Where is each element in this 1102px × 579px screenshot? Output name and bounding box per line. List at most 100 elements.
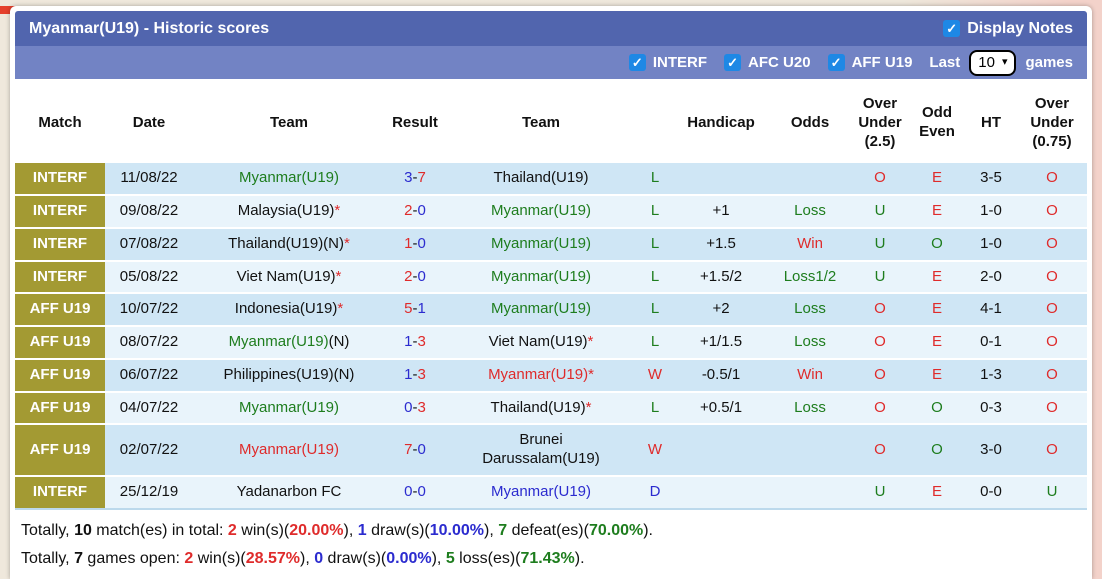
cell-over-under-25: U (851, 475, 909, 509)
summary-segment: 10.00% (429, 521, 485, 539)
cell-over-under-25: O (851, 358, 909, 392)
filter-checkbox-interf[interactable]: ✓ INTERF (628, 54, 707, 71)
summary-line: Totally, 10 match(es) in total: 2 win(s)… (21, 517, 1081, 545)
cell-over-under-075: O (1017, 260, 1087, 294)
team-name[interactable]: Myanmar(U19) (239, 399, 339, 418)
last-games-select[interactable]: 10 ▾ (969, 49, 1017, 76)
page-title: Myanmar(U19) - Historic scores (29, 19, 270, 37)
table-row: AFF U19 04/07/22 Myanmar(U19) 0-3 Thailand(U… (15, 391, 1087, 425)
team-name[interactable]: Myanmar(U19)* (488, 366, 594, 385)
over-under-075: O (1046, 234, 1058, 252)
odds-result: Win (797, 234, 823, 252)
team-name[interactable]: Myanmar(U19)(N) (229, 333, 350, 352)
score-away: 3 (417, 398, 426, 416)
summary-segment: match(es) in total: (91, 521, 228, 539)
checkbox-checked-icon: ✓ (628, 54, 646, 71)
cell-date: 11/08/22 (105, 162, 193, 195)
summary-segment: ), (343, 521, 358, 539)
summary-segment: win(s)( (236, 521, 290, 539)
historic-scores-table: Match Date Team Result Team Handicap Odds Over … (15, 86, 1087, 510)
team-name[interactable]: Myanmar(U19) (491, 483, 591, 502)
score-home: 2 (404, 202, 413, 219)
column-header (637, 86, 673, 163)
cell-handicap: +1/1.5 (673, 326, 769, 359)
summary-segment: 7 (74, 549, 83, 567)
result-letter: D (649, 482, 661, 500)
team-name[interactable]: Indonesia(U19)* (235, 300, 343, 319)
team-name[interactable]: Myanmar(U19) (491, 268, 591, 287)
team-name[interactable]: Myanmar(U19) (491, 300, 591, 319)
team-name[interactable]: Thailand(U19) (493, 169, 588, 188)
display-notes-toggle[interactable]: ✓ Display Notes (943, 20, 1073, 38)
over-under-25: O (874, 300, 886, 318)
odds-result: Win (797, 365, 823, 383)
odds-result: Loss (794, 398, 826, 416)
over-under-25: O (874, 333, 886, 350)
column-header: HT (965, 86, 1017, 163)
cell-over-under-075: O (1017, 227, 1087, 261)
last-games-value: 10 (978, 53, 995, 71)
filter-checkbox-afc-u20[interactable]: ✓ AFC U20 (724, 54, 811, 71)
cell-match: AFF U19 (15, 391, 105, 425)
score-away: 7 (417, 169, 426, 187)
score-home: 0 (404, 398, 413, 416)
column-header: Team (193, 86, 385, 163)
table-row: INTERF 07/08/22 Thailand(U19)(N)* 1-0 Myanma… (15, 227, 1087, 261)
team-name[interactable]: Myanmar(U19) (239, 441, 339, 460)
filter-label: AFC U20 (748, 54, 811, 71)
team-name[interactable]: Myanmar(U19) (239, 169, 339, 188)
cell-team-away: Myanmar(U19) (445, 260, 637, 294)
score-away: 0 (417, 440, 426, 458)
over-under-075: O (1046, 365, 1058, 383)
summary-segment: Totally, (21, 549, 75, 567)
filter-checkboxes: ✓ INTERF ✓ AFC U20 ✓ AFF U19 (628, 54, 921, 71)
cell-ht: 3-5 (965, 162, 1017, 195)
odd-even: O (931, 440, 943, 458)
cell-handicap: +1.5/2 (673, 260, 769, 294)
cell-team-home: Philippines(U19)(N) (193, 358, 385, 392)
cell-over-under-075: O (1017, 293, 1087, 326)
column-header: Odds (769, 86, 851, 163)
summary-segment: loss(es)( (454, 549, 521, 567)
column-header: Handicap (673, 86, 769, 163)
odd-even: E (931, 365, 942, 383)
team-name[interactable]: Malaysia(U19)* (238, 202, 341, 221)
score-home: 3 (404, 169, 413, 187)
cell-result: 7-0 (385, 424, 445, 476)
team-name[interactable]: Myanmar(U19) (491, 235, 591, 254)
team-name[interactable]: Brunei Darussalam(U19) (460, 431, 622, 469)
summary-segment: 2 (227, 521, 237, 539)
score-home: 2 (404, 267, 413, 285)
display-notes-label: Display Notes (967, 19, 1073, 37)
over-under-25: U (874, 202, 886, 219)
cell-odd-even: E (909, 475, 965, 509)
column-header: Result (385, 86, 445, 163)
cell-result-letter: D (637, 475, 673, 509)
team-name[interactable]: Philippines(U19)(N) (224, 366, 355, 385)
team-name[interactable]: Yadanarbon FC (237, 483, 342, 502)
games-label: games (1025, 54, 1073, 71)
column-header: Over Under (2.5) (851, 86, 909, 163)
cell-team-home: Indonesia(U19)* (193, 293, 385, 326)
table-body: INTERF 11/08/22 Myanmar(U19) 3-7 Thailand(U1… (15, 162, 1087, 509)
odd-even: E (931, 267, 942, 285)
over-under-075: O (1046, 169, 1058, 187)
filter-checkbox-aff-u19[interactable]: ✓ AFF U19 (827, 54, 912, 71)
summary-segment: ). (574, 549, 585, 567)
historic-scores-panel: Myanmar(U19) - Historic scores ✓ Display… (10, 6, 1092, 579)
summary-segment: 1 (357, 521, 367, 539)
cell-over-under-25: U (851, 227, 909, 261)
team-name[interactable]: Myanmar(U19) (491, 202, 591, 221)
cell-result: 1-3 (385, 326, 445, 359)
team-name[interactable]: Viet Nam(U19)* (489, 333, 594, 352)
team-name[interactable]: Thailand(U19)(N)* (228, 235, 350, 254)
cell-result: 1-0 (385, 227, 445, 261)
team-name[interactable]: Thailand(U19)* (491, 399, 592, 418)
team-name-text: Myanmar(U19) (238, 398, 340, 416)
score-home: 5 (404, 300, 413, 318)
star-marker: * (588, 365, 594, 383)
score-home: 0 (404, 482, 413, 500)
team-name[interactable]: Viet Nam(U19)* (237, 268, 342, 287)
score-away: 3 (417, 365, 426, 383)
summary-segment: 0.00% (386, 549, 432, 567)
